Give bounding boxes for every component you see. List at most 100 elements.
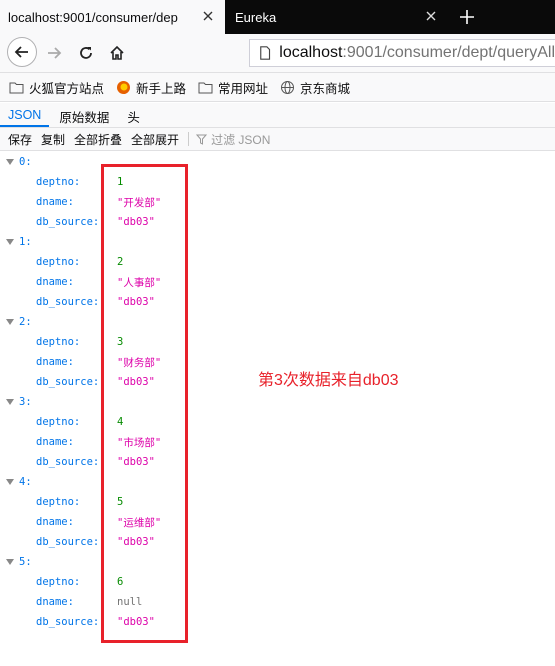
back-button[interactable]: [7, 37, 37, 67]
field-key: deptno:: [36, 496, 81, 508]
save-button[interactable]: 保存: [8, 131, 32, 148]
array-index: 5:: [19, 556, 32, 568]
firefox-icon: [117, 80, 131, 94]
tab-eureka[interactable]: Eureka: [225, 0, 448, 34]
bookmark-label: 火狐官方站点: [29, 81, 105, 96]
json-field-deptno: deptno:: [36, 172, 80, 192]
json-tree: 0: deptno: 1 dname: "开发部" db_source: "db…: [0, 152, 555, 666]
folder-icon: [9, 82, 24, 93]
json-field-db-source: db_source:: [36, 612, 99, 632]
field-key: deptno:: [36, 176, 81, 188]
field-key: db_source:: [36, 216, 100, 228]
navigation-bar: localhost:9001/consumer/dept/queryAll: [0, 34, 555, 73]
field-key: dname:: [36, 436, 74, 448]
filter-icon: [196, 134, 208, 145]
json-field-db-source: db_source:: [36, 532, 99, 552]
filter-json-input[interactable]: 过滤 JSON: [196, 131, 270, 148]
new-tab-plus-icon[interactable]: [456, 6, 478, 28]
json-field-dname: dname:: [36, 192, 74, 212]
home-button[interactable]: [103, 39, 131, 67]
forward-arrow-icon: [48, 47, 62, 59]
tab-consumer[interactable]: localhost:9001/consumer/dept/q: [0, 0, 225, 34]
address-bar[interactable]: localhost:9001/consumer/dept/queryAll: [249, 39, 555, 67]
json-field-dname: dname:: [36, 272, 74, 292]
page-info-icon[interactable]: [259, 45, 271, 61]
array-index: 2:: [19, 316, 32, 328]
json-field-db-source: db_source:: [36, 452, 99, 472]
annotation-text: 第3次数据来自db03: [258, 372, 399, 389]
json-field-dname: dname:: [36, 352, 74, 372]
json-array-item[interactable]: 5:: [0, 552, 32, 572]
field-key: db_source:: [36, 536, 100, 548]
tab-raw-data[interactable]: 原始数据: [51, 105, 117, 127]
field-key: deptno:: [36, 416, 81, 428]
field-key: deptno:: [36, 336, 81, 348]
home-icon: [110, 45, 124, 60]
json-field-dname: dname:: [36, 512, 74, 532]
field-key: dname:: [36, 596, 74, 608]
field-key: dname:: [36, 196, 74, 208]
close-icon[interactable]: [424, 9, 438, 23]
close-icon[interactable]: [201, 9, 215, 23]
field-key: db_source:: [36, 296, 100, 308]
bookmark-label: 新手上路: [136, 81, 187, 96]
json-field-db-source: db_source:: [36, 372, 99, 392]
tab-title: localhost:9001/consumer/dept/q: [8, 9, 178, 25]
reload-icon: [80, 47, 92, 59]
expand-toggle-icon[interactable]: [6, 319, 14, 325]
globe-icon: [281, 80, 295, 94]
url-text: localhost:9001/consumer/dept/queryAll: [279, 44, 555, 62]
expand-toggle-icon[interactable]: [6, 159, 14, 165]
expand-toggle-icon[interactable]: [6, 399, 14, 405]
field-key: db_source:: [36, 456, 100, 468]
expand-toggle-icon[interactable]: [6, 479, 14, 485]
field-key: deptno:: [36, 576, 81, 588]
expand-all-button[interactable]: 全部展开: [131, 131, 179, 148]
bookmark-getting-started[interactable]: 新手上路: [116, 78, 186, 97]
json-field-deptno: deptno:: [36, 412, 80, 432]
bookmark-label: 常用网址: [218, 81, 269, 96]
bookmark-label: 京东商城: [300, 81, 351, 96]
json-toolbar: 保存 复制 全部折叠 全部展开 过滤 JSON: [0, 128, 555, 151]
json-field-dname: dname:: [36, 592, 74, 612]
field-key: db_source:: [36, 616, 100, 628]
field-key: db_source:: [36, 376, 100, 388]
filter-placeholder: 过滤 JSON: [211, 132, 271, 147]
tab-headers[interactable]: 头: [119, 105, 148, 127]
bookmarks-toolbar: 火狐官方站点 新手上路 常用网址 京东商城: [0, 73, 555, 102]
expand-toggle-icon[interactable]: [6, 239, 14, 245]
toolbar-divider: [188, 132, 190, 146]
json-array-item[interactable]: 4:: [0, 472, 32, 492]
bookmark-firefox-official[interactable]: 火狐官方站点: [9, 78, 104, 97]
reload-button[interactable]: [72, 39, 100, 67]
json-viewer-tabs: JSON 原始数据 头: [0, 103, 555, 128]
field-key: dname:: [36, 356, 74, 368]
json-field-db-source: db_source:: [36, 292, 99, 312]
json-field-deptno: deptno:: [36, 252, 80, 272]
json-array-item[interactable]: 3:: [0, 392, 32, 412]
field-key: deptno:: [36, 256, 81, 268]
field-key: dname:: [36, 516, 74, 528]
bookmark-common-sites[interactable]: 常用网址: [198, 78, 268, 97]
json-array-item[interactable]: 2:: [0, 312, 32, 332]
array-index: 3:: [19, 396, 32, 408]
json-array-item[interactable]: 1:: [0, 232, 32, 252]
tab-strip: localhost:9001/consumer/dept/q Eureka: [0, 0, 555, 34]
bookmark-jd-mall[interactable]: 京东商城: [280, 78, 350, 97]
expand-toggle-icon[interactable]: [6, 559, 14, 565]
forward-button[interactable]: [40, 39, 68, 67]
tab-json[interactable]: JSON: [0, 105, 50, 127]
json-array-item[interactable]: 0:: [0, 152, 32, 172]
collapse-all-button[interactable]: 全部折叠: [74, 131, 122, 148]
field-key: dname:: [36, 276, 74, 288]
json-field-deptno: deptno:: [36, 332, 80, 352]
json-field-db-source: db_source:: [36, 212, 99, 232]
array-index: 1:: [19, 236, 32, 248]
array-index: 4:: [19, 476, 32, 488]
copy-button[interactable]: 复制: [41, 131, 65, 148]
url-path: :9001/consumer/dept/queryAll: [342, 44, 555, 61]
folder-icon: [198, 82, 213, 93]
json-field-dname: dname:: [36, 432, 74, 452]
json-field-deptno: deptno:: [36, 572, 80, 592]
url-host: localhost: [279, 44, 343, 61]
